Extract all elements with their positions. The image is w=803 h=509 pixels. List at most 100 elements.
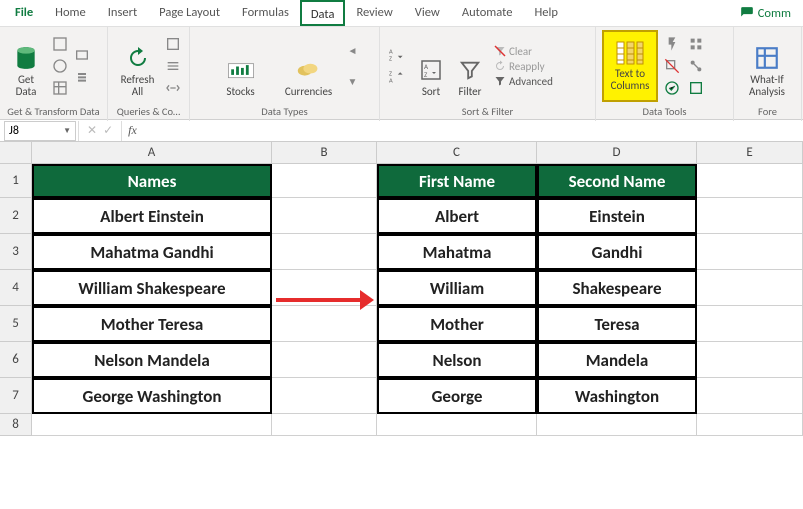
- cell[interactable]: [272, 342, 377, 378]
- col-header-a[interactable]: A: [32, 142, 272, 164]
- row-header[interactable]: 8: [0, 414, 32, 436]
- from-table-icon[interactable]: [50, 78, 70, 98]
- cell[interactable]: Washington: [537, 378, 697, 414]
- tab-automate[interactable]: Automate: [451, 0, 524, 26]
- get-data-button[interactable]: Get Data: [6, 32, 46, 100]
- tab-insert[interactable]: Insert: [97, 0, 148, 26]
- cell[interactable]: [697, 164, 803, 198]
- data-type-prev-icon[interactable]: ◄: [348, 44, 358, 57]
- clear-filter-button[interactable]: Clear: [494, 45, 553, 58]
- text-to-columns-button[interactable]: Text to Columns: [602, 30, 658, 102]
- cell[interactable]: Gandhi: [537, 234, 697, 270]
- refresh-all-button[interactable]: Refresh All: [114, 32, 161, 100]
- cell[interactable]: [697, 414, 803, 436]
- cell[interactable]: Albert: [377, 198, 537, 234]
- relationships-icon[interactable]: [686, 56, 706, 76]
- col-header-d[interactable]: D: [537, 142, 697, 164]
- tab-help[interactable]: Help: [523, 0, 568, 26]
- remove-dup-icon[interactable]: [662, 56, 682, 76]
- cell[interactable]: Mandela: [537, 342, 697, 378]
- data-model-icon[interactable]: [686, 78, 706, 98]
- col-header-c[interactable]: C: [377, 142, 537, 164]
- tab-page-layout[interactable]: Page Layout: [148, 0, 231, 26]
- tab-view[interactable]: View: [404, 0, 451, 26]
- sort-button[interactable]: AZ Sort: [412, 32, 450, 100]
- cell[interactable]: Nelson: [377, 342, 537, 378]
- cell[interactable]: [272, 414, 377, 436]
- cell[interactable]: Shakespeare: [537, 270, 697, 306]
- queries-conn-icon[interactable]: [163, 34, 183, 54]
- sort-asc-icon[interactable]: AZ: [386, 45, 408, 65]
- row-header[interactable]: 3: [0, 234, 32, 270]
- advanced-filter-button[interactable]: Advanced: [494, 75, 553, 88]
- cell[interactable]: William: [377, 270, 537, 306]
- cell[interactable]: [697, 198, 803, 234]
- currencies-button[interactable]: Currencies: [280, 32, 338, 100]
- col-header-e[interactable]: E: [697, 142, 803, 164]
- cell[interactable]: Mother Teresa: [32, 306, 272, 342]
- stocks-button[interactable]: Stocks: [212, 32, 270, 100]
- name-box[interactable]: J8 ▼: [4, 121, 76, 141]
- cell[interactable]: [272, 164, 377, 198]
- cell[interactable]: [697, 342, 803, 378]
- fx-label[interactable]: fx: [122, 123, 143, 138]
- cell[interactable]: Second Name: [537, 164, 697, 198]
- data-type-next-icon[interactable]: ▼: [348, 75, 358, 88]
- name-box-dropdown-icon[interactable]: ▼: [63, 126, 71, 136]
- cell[interactable]: [272, 198, 377, 234]
- cell[interactable]: George Washington: [32, 378, 272, 414]
- cell[interactable]: [697, 234, 803, 270]
- cell[interactable]: First Name: [377, 164, 537, 198]
- row-header[interactable]: 2: [0, 198, 32, 234]
- data-validation-icon[interactable]: [662, 78, 682, 98]
- tab-file[interactable]: File: [4, 0, 44, 26]
- row-header[interactable]: 4: [0, 270, 32, 306]
- formula-input[interactable]: [143, 121, 803, 141]
- from-text-icon[interactable]: [50, 34, 70, 54]
- cell[interactable]: [697, 306, 803, 342]
- col-header-b[interactable]: B: [272, 142, 377, 164]
- tab-formulas[interactable]: Formulas: [231, 0, 300, 26]
- row-header[interactable]: 6: [0, 342, 32, 378]
- select-all-cell[interactable]: [0, 142, 32, 164]
- sort-desc-icon[interactable]: ZA: [386, 67, 408, 87]
- tab-home[interactable]: Home: [44, 0, 97, 26]
- cell[interactable]: [697, 378, 803, 414]
- arrow-annotation: [276, 288, 374, 312]
- what-if-button[interactable]: What-If Analysis: [740, 32, 794, 100]
- recent-sources-icon[interactable]: [72, 45, 92, 65]
- cell[interactable]: Mahatma: [377, 234, 537, 270]
- edit-links-icon[interactable]: [163, 78, 183, 98]
- properties-icon[interactable]: [163, 56, 183, 76]
- row-header[interactable]: 5: [0, 306, 32, 342]
- cell[interactable]: [377, 414, 537, 436]
- cell[interactable]: Nelson Mandela: [32, 342, 272, 378]
- cell[interactable]: [272, 378, 377, 414]
- cell[interactable]: Mother: [377, 306, 537, 342]
- tab-data[interactable]: Data: [300, 0, 346, 26]
- cell[interactable]: Names: [32, 164, 272, 198]
- cancel-icon[interactable]: ✕: [87, 123, 97, 138]
- cell[interactable]: George: [377, 378, 537, 414]
- row-header[interactable]: 7: [0, 378, 32, 414]
- reapply-button[interactable]: Reapply: [494, 60, 553, 73]
- flash-fill-icon[interactable]: [662, 34, 682, 54]
- cell[interactable]: William Shakespeare: [32, 270, 272, 306]
- cell[interactable]: Teresa: [537, 306, 697, 342]
- cell[interactable]: Albert Einstein: [32, 198, 272, 234]
- cell[interactable]: Mahatma Gandhi: [32, 234, 272, 270]
- comments-button[interactable]: Comm: [732, 6, 799, 21]
- cell[interactable]: [697, 270, 803, 306]
- consolidate-icon[interactable]: [686, 34, 706, 54]
- enter-icon[interactable]: ✓: [103, 123, 113, 138]
- formula-bar: J8 ▼ ✕ ✓ fx: [0, 120, 803, 142]
- from-web-icon[interactable]: [50, 56, 70, 76]
- existing-conn-icon[interactable]: [72, 67, 92, 87]
- tab-review[interactable]: Review: [345, 0, 403, 26]
- cell[interactable]: [272, 234, 377, 270]
- cell[interactable]: Einstein: [537, 198, 697, 234]
- row-header[interactable]: 1: [0, 164, 32, 198]
- cell[interactable]: [537, 414, 697, 436]
- filter-button[interactable]: Filter: [450, 32, 490, 100]
- cell[interactable]: [32, 414, 272, 436]
